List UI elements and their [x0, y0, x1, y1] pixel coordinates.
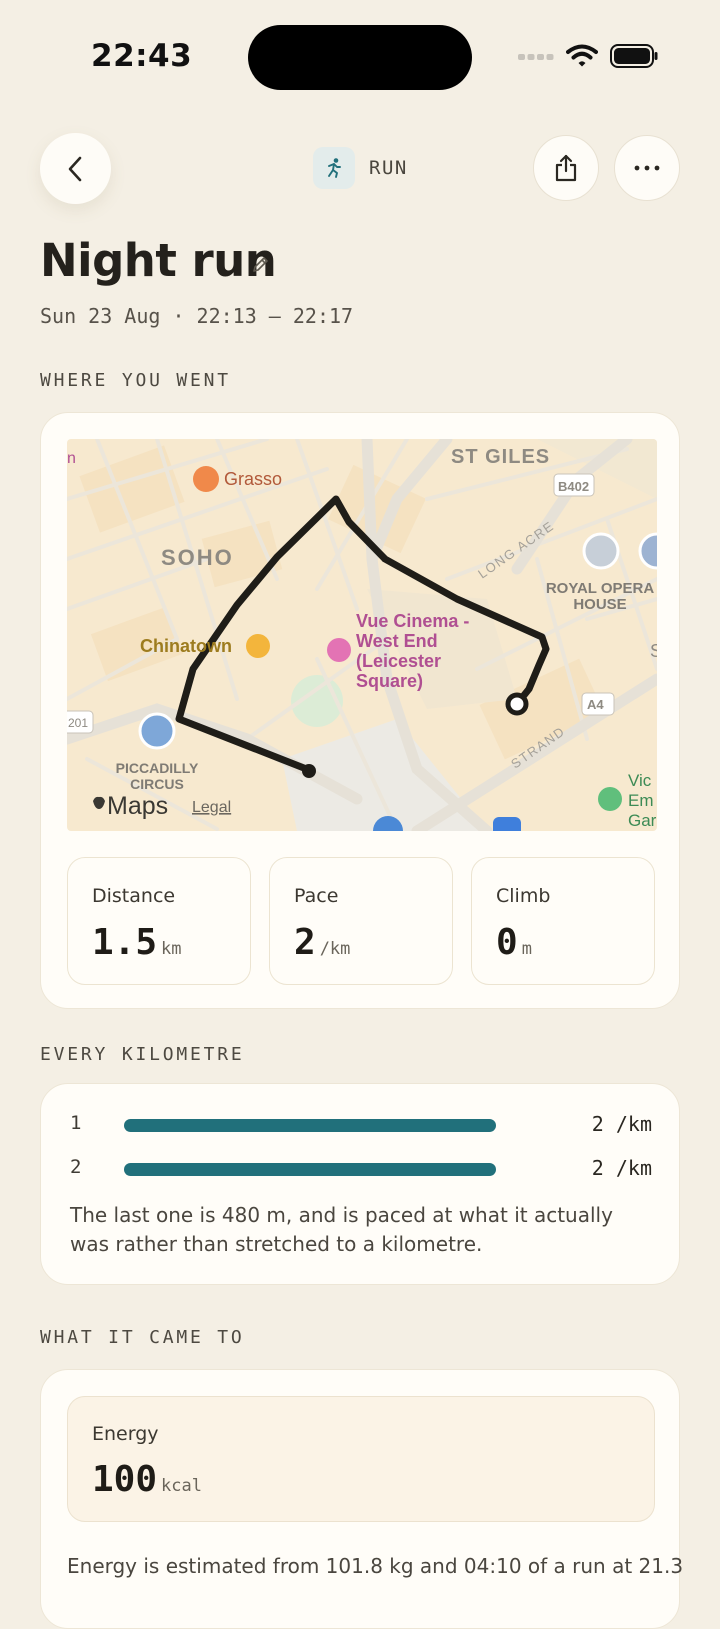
map-label-b402: B402 — [558, 479, 589, 494]
landmark-icon — [138, 712, 176, 750]
stat-distance: Distance 1.5 km — [67, 857, 251, 985]
map-label-soho: SOHO — [161, 545, 234, 570]
splits-card: 1 2 /km 2 2 /km The last one is 480 m, a… — [40, 1083, 680, 1285]
back-button[interactable] — [40, 133, 111, 204]
map-label-royal-opera-2: HOUSE — [573, 596, 626, 613]
route-start-marker — [302, 764, 316, 778]
stat-value-row: 1.5 km — [92, 922, 182, 963]
share-icon — [555, 154, 577, 182]
chevron-left-icon — [68, 156, 81, 181]
stat-value-row: 2/km — [294, 922, 350, 963]
stat-pace: Pace 2/km — [269, 857, 453, 985]
cellular-signal-icon — [518, 54, 554, 60]
share-button[interactable] — [533, 135, 599, 201]
ellipsis-icon — [634, 165, 660, 171]
map-label-vue-4: Square) — [356, 671, 423, 691]
map-label-vue-3: (Leicester — [356, 651, 441, 671]
energy-label: Energy — [92, 1423, 159, 1445]
runner-icon — [328, 158, 341, 178]
stat-label: Distance — [92, 885, 176, 907]
wifi-icon — [566, 44, 598, 67]
splits-note: The last one is 480 m, and is paced at w… — [70, 1203, 613, 1256]
stat-climb: Climb 0m — [471, 857, 655, 985]
map-label-piccadilly-2: CIRCUS — [130, 776, 184, 792]
split-bar-fill — [124, 1163, 496, 1176]
map-label-a4: A4 — [587, 697, 604, 712]
stat-label: Climb — [496, 885, 551, 907]
map-label-grasso: Grasso — [224, 469, 282, 489]
stat-unit: km — [161, 939, 182, 959]
section-label-splits: EVERY KILOMETRE — [40, 1044, 245, 1065]
stat-value: 0 — [496, 922, 518, 963]
route-card: Grasso ST GILES B402 SOHO LONG ACRE ROYA… — [40, 412, 680, 1009]
split-row: 2 2 /km — [70, 1154, 652, 1184]
stat-value: 2 — [294, 922, 316, 963]
dynamic-island — [248, 25, 472, 90]
map-canvas: Grasso ST GILES B402 SOHO LONG ACRE ROYA… — [67, 439, 657, 831]
workout-title: Night run — [40, 234, 277, 287]
split-pace: 2 /km — [591, 1112, 652, 1136]
restaurant-icon — [193, 466, 219, 492]
split-index: 2 — [70, 1156, 82, 1178]
route-map[interactable]: Grasso ST GILES B402 SOHO LONG ACRE ROYA… — [67, 439, 657, 831]
shopping-icon — [246, 634, 270, 658]
split-index: 1 — [70, 1112, 82, 1134]
status-icons — [518, 44, 658, 68]
map-label-edge-m: n — [67, 450, 76, 467]
map-label-vic-2: Em — [628, 791, 654, 810]
pencil-icon — [253, 257, 268, 272]
bus-stop-icon — [493, 817, 521, 831]
route-end-marker — [505, 692, 529, 716]
split-bar-track — [124, 1119, 496, 1132]
opera-house-icon — [582, 532, 620, 570]
section-label-totals: WHAT IT CAME TO — [40, 1327, 245, 1348]
workout-datetime: Sun 23 Aug · 22:13 – 22:17 — [40, 304, 354, 328]
more-options-button[interactable] — [614, 135, 680, 201]
map-label-chinatown: Chinatown — [140, 636, 232, 656]
map-label-vic-3: Gar — [628, 811, 657, 830]
battery-icon — [610, 44, 658, 68]
edit-title-button[interactable] — [250, 254, 272, 280]
activity-type-icon-bg — [313, 147, 355, 189]
split-bar-fill — [124, 1119, 496, 1132]
maps-attribution: Maps — [107, 792, 168, 820]
energy-box: Energy 100 kcal — [67, 1396, 655, 1522]
split-pace: 2 /km — [591, 1156, 652, 1180]
stat-unit: /km — [319, 939, 351, 959]
split-bar-track — [124, 1163, 496, 1176]
garden-icon — [598, 787, 622, 811]
stat-value: 1.5 — [92, 922, 158, 963]
totals-card: Energy 100 kcal Energy is estimated from … — [40, 1369, 684, 1629]
section-label-where: WHERE YOU WENT — [40, 370, 231, 391]
energy-value-row: 100 kcal — [92, 1459, 202, 1500]
map-label-edge-s: S — [650, 641, 657, 661]
stat-label: Pace — [294, 885, 339, 907]
map-label-vue-2: West End — [356, 631, 438, 651]
map-label-vic-1: Vic — [628, 771, 652, 790]
cinema-icon — [327, 638, 351, 662]
map-label-royal-opera-1: ROYAL OPERA — [546, 580, 655, 597]
stat-unit: m — [521, 939, 532, 959]
activity-type-chip: RUN — [313, 147, 408, 189]
stat-value-row: 0m — [496, 922, 532, 963]
map-label-piccadilly-1: PICCADILLY — [116, 760, 199, 776]
energy-note: Energy is estimated from 101.8 kg and 04… — [67, 1554, 684, 1578]
map-label-201: 201 — [68, 716, 88, 730]
map-label-vue-1: Vue Cinema - — [356, 611, 469, 631]
activity-type-label: RUN — [369, 157, 408, 179]
status-time: 22:43 — [91, 38, 193, 74]
energy-value: 100 — [92, 1459, 158, 1500]
map-label-st-giles: ST GILES — [451, 446, 550, 468]
split-row: 1 2 /km — [70, 1110, 652, 1140]
energy-unit: kcal — [161, 1476, 202, 1496]
map-legal-link[interactable]: Legal — [192, 799, 231, 816]
